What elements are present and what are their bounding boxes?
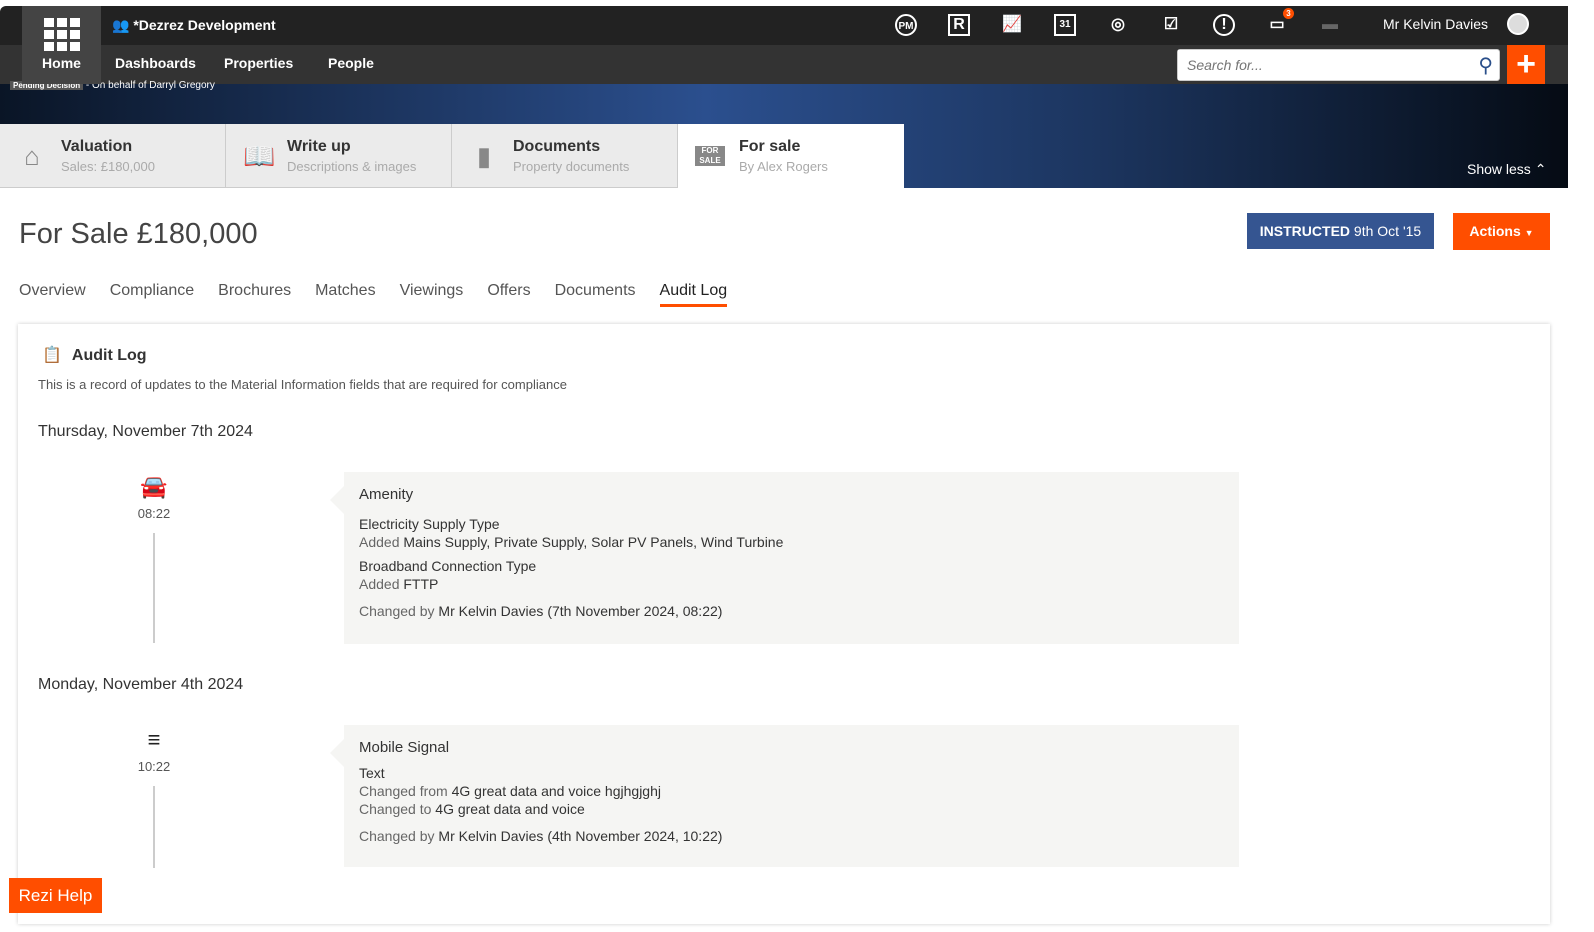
tab-valuation[interactable]: ⌂ Valuation Sales: £180,000 bbox=[0, 124, 226, 188]
rezi-icon[interactable]: R bbox=[948, 14, 970, 36]
tab-title: Valuation bbox=[61, 137, 133, 155]
search-box: ⚲ bbox=[1177, 49, 1500, 81]
tab-subtitle: Sales: £180,000 bbox=[61, 158, 155, 174]
page-title: For Sale £180,000 bbox=[19, 218, 258, 250]
chat-badge: 3 bbox=[1283, 8, 1294, 19]
user-name[interactable]: Mr Kelvin Davies bbox=[1383, 16, 1488, 32]
chart-icon[interactable]: 📈 bbox=[1001, 14, 1023, 36]
tab-write-up[interactable]: 📖 Write up Descriptions & images bbox=[226, 124, 452, 188]
panel-title: 📋 Audit Log bbox=[42, 345, 147, 365]
instructed-badge[interactable]: INSTRUCTED 9th Oct '15 bbox=[1247, 213, 1434, 249]
entry-category: Amenity bbox=[359, 486, 414, 503]
audit-entry: Mobile Signal Text Changed from 4G great … bbox=[330, 725, 1239, 867]
search-input[interactable] bbox=[1178, 50, 1458, 80]
add-button[interactable]: + bbox=[1507, 45, 1545, 84]
field-name: Electricity Supply Type bbox=[359, 516, 500, 532]
house-icon: ⌂ bbox=[24, 140, 40, 171]
actions-button[interactable]: Actions ▼ bbox=[1453, 213, 1550, 250]
pending-text: - On behalf of Darryl Gregory bbox=[85, 80, 215, 91]
instructed-label: INSTRUCTED bbox=[1259, 223, 1351, 239]
entry-field: Text Changed from 4G great data and voice… bbox=[359, 764, 1224, 818]
changed-by: Changed by Mr Kelvin Davies (4th Novembe… bbox=[359, 828, 1224, 844]
timeline-marker: 🚘 08:22 bbox=[118, 474, 190, 643]
change-value: 4G great data and voice hgjhgjghj bbox=[451, 783, 661, 799]
show-less-toggle[interactable]: Show less ⌃ bbox=[1467, 161, 1546, 178]
calendar-icon[interactable]: 31 bbox=[1054, 14, 1076, 36]
entry-time: 08:22 bbox=[137, 506, 171, 521]
tab-viewings[interactable]: Viewings bbox=[400, 282, 464, 307]
tab-documents-sub[interactable]: Documents bbox=[555, 282, 636, 307]
timeline-line bbox=[153, 533, 155, 643]
change-label: Changed from bbox=[359, 783, 448, 799]
tab-overview[interactable]: Overview bbox=[19, 282, 86, 307]
home-button[interactable]: Home bbox=[22, 6, 101, 84]
tab-subtitle: Descriptions & images bbox=[287, 158, 417, 174]
tab-audit-log[interactable]: Audit Log bbox=[659, 282, 728, 307]
show-less-label: Show less bbox=[1467, 161, 1531, 177]
avatar[interactable] bbox=[1507, 13, 1529, 35]
text-lines-icon: ≡ bbox=[147, 727, 161, 752]
audit-entry: Amenity Electricity Supply Type Added Mai… bbox=[330, 472, 1239, 644]
panel-title-text: Audit Log bbox=[71, 347, 147, 364]
change-value: 4G great data and voice bbox=[435, 801, 585, 817]
change-label: Added bbox=[359, 576, 400, 592]
tab-title: For sale bbox=[739, 138, 801, 155]
alert-icon[interactable]: ! bbox=[1213, 14, 1235, 36]
changed-by-value: Mr Kelvin Davies (7th November 2024, 08:… bbox=[438, 603, 723, 619]
printer-icon[interactable]: ▬ bbox=[1319, 14, 1341, 36]
document-icon: ▮ bbox=[476, 140, 492, 171]
day-heading: Thursday, November 7th 2024 bbox=[38, 423, 253, 440]
tab-matches[interactable]: Matches bbox=[315, 282, 375, 307]
audit-log-panel: 📋 Audit Log This is a record of updates t… bbox=[18, 324, 1550, 924]
nav-properties[interactable]: Properties bbox=[224, 55, 293, 71]
change-label: Changed to bbox=[359, 801, 432, 817]
field-name: Text bbox=[359, 765, 385, 781]
entry-field: Broadband Connection Type Added FTTP bbox=[359, 557, 1224, 593]
chat-icon[interactable]: ▭ 3 bbox=[1266, 8, 1294, 36]
nav-dashboards[interactable]: Dashboards bbox=[115, 55, 196, 71]
rezi-help-button[interactable]: Rezi Help bbox=[9, 878, 102, 913]
timeline-marker: ≡ 10:22 bbox=[118, 727, 190, 868]
changed-by-label: Changed by bbox=[359, 603, 435, 619]
instructed-date: 9th Oct '15 bbox=[1353, 223, 1422, 239]
brand: 👥 *Dezrez Development bbox=[112, 17, 276, 33]
search-icon[interactable]: ⚲ bbox=[1478, 53, 1493, 78]
change-value: FTTP bbox=[403, 576, 439, 592]
day-heading: Monday, November 4th 2024 bbox=[38, 676, 244, 693]
tab-offers[interactable]: Offers bbox=[487, 282, 530, 307]
tab-title: Write up bbox=[287, 137, 351, 155]
change-label: Added bbox=[359, 534, 400, 550]
tab-for-sale[interactable]: FOR SALE For sale By Alex Rogers bbox=[678, 124, 904, 188]
entry-field: Electricity Supply Type Added Mains Suppl… bbox=[359, 515, 1224, 551]
change-value: Mains Supply, Private Supply, Solar PV P… bbox=[403, 534, 784, 550]
entry-category: Mobile Signal bbox=[359, 739, 450, 756]
tasks-icon[interactable]: ☑ bbox=[1160, 14, 1182, 36]
tab-subtitle: By Alex Rogers bbox=[739, 159, 828, 174]
caret-down-icon: ▼ bbox=[1524, 228, 1534, 238]
changed-by: Changed by Mr Kelvin Davies (7th Novembe… bbox=[359, 603, 1224, 619]
changed-by-label: Changed by bbox=[359, 828, 435, 844]
brand-name: *Dezrez Development bbox=[133, 17, 276, 33]
home-label: Home bbox=[42, 55, 81, 71]
nav-people[interactable]: People bbox=[328, 55, 374, 71]
tab-compliance[interactable]: Compliance bbox=[110, 282, 194, 307]
actions-label: Actions bbox=[1469, 223, 1521, 239]
panel-description: This is a record of updates to the Mater… bbox=[38, 377, 567, 392]
clipboard-icon: 📋 bbox=[42, 347, 62, 364]
chevron-up-icon: ⌃ bbox=[1534, 161, 1547, 177]
changed-by-value: Mr Kelvin Davies (4th November 2024, 10:… bbox=[438, 828, 723, 844]
car-icon: 🚘 bbox=[140, 474, 168, 499]
tab-brochures[interactable]: Brochures bbox=[218, 282, 291, 307]
for-sale-sign-icon: FOR SALE bbox=[695, 146, 725, 166]
book-icon: 📖 bbox=[243, 140, 276, 171]
tab-title: Documents bbox=[513, 137, 601, 155]
pm-icon[interactable]: PM bbox=[895, 14, 917, 36]
timeline-line bbox=[153, 786, 155, 868]
apps-grid-icon bbox=[43, 18, 80, 51]
entry-time: 10:22 bbox=[137, 759, 171, 774]
tab-documents[interactable]: ▮ Documents Property documents bbox=[452, 124, 678, 188]
field-name: Broadband Connection Type bbox=[359, 558, 537, 574]
tab-subtitle: Property documents bbox=[513, 158, 630, 174]
target-icon[interactable]: ◎ bbox=[1107, 14, 1129, 36]
